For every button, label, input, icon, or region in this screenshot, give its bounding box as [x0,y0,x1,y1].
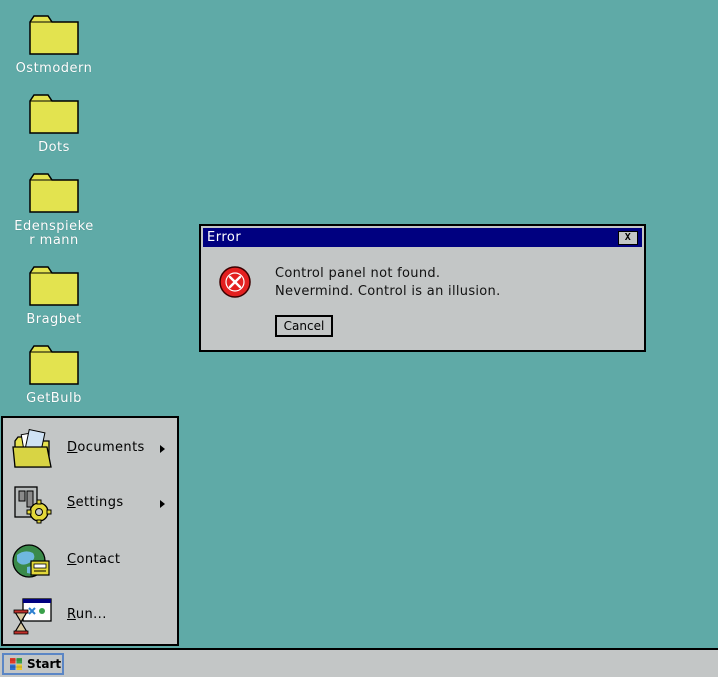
documents-icon [12,429,52,468]
dialog-message-line: Control panel not found. [275,266,441,281]
desktop-icon-label: Edenspieker mann [14,219,94,248]
submenu-arrow-icon [160,445,165,453]
menu-label-text: ontact [76,552,121,567]
folder-icon [29,94,79,134]
desktop-icon-label: Dots [38,140,70,155]
start-label: Start [27,657,62,671]
folder-icon [29,173,79,213]
start-menu-item-run[interactable]: Run... [3,590,177,642]
error-dialog: Error X Control panel not found. Nevermi… [199,224,646,352]
windows-logo-icon [10,658,22,670]
folder-icon [29,345,79,385]
menu-label: Run... [67,607,107,622]
submenu-arrow-icon [160,500,165,508]
menu-label-accel: S [67,495,76,510]
dialog-title: Error [207,230,242,245]
desktop-icon-label: Ostmodern [15,61,93,76]
menu-label-accel: R [67,607,76,622]
folder-icon [29,266,79,306]
run-icon [13,598,52,635]
menu-label-text: ettings [75,495,124,510]
menu-label-text: un... [75,607,107,622]
desktop-icon-edenspieker[interactable]: Edenspieker mann [4,172,104,248]
start-menu-item-settings[interactable]: Settings [3,478,177,530]
menu-label-text: ocuments [77,440,145,455]
settings-icon [14,486,52,524]
dialog-message-line: Nevermind. Control is an illusion. [275,284,501,299]
desktop-icon-ostmodern[interactable]: Ostmodern [4,14,104,76]
menu-label-accel: D [67,440,78,455]
menu-label: Contact [67,552,120,567]
start-menu-item-contact[interactable]: Contact [3,535,177,587]
close-button[interactable]: X [618,231,638,245]
menu-label: Documents [67,440,145,455]
contact-icon [12,544,50,578]
start-menu: Documents Settings Contact Run... [1,416,179,646]
menu-label: Settings [67,495,124,510]
taskbar: Start [0,648,718,677]
error-icon [219,266,251,298]
desktop-icon-label: GetBulb [26,391,82,406]
dialog-message: Control panel not found. Nevermind. Cont… [275,265,501,301]
desktop-icon-dots[interactable]: Dots [4,93,104,155]
start-button[interactable]: Start [2,653,64,675]
cancel-button[interactable]: Cancel [275,315,333,337]
desktop-icon-getbulb[interactable]: GetBulb [4,344,104,406]
start-menu-item-documents[interactable]: Documents [3,423,177,475]
dialog-titlebar[interactable]: Error X [203,228,642,247]
desktop-icon-bragbet[interactable]: Bragbet [4,265,104,327]
desktop-icon-label: Bragbet [26,312,82,327]
folder-icon [29,15,79,55]
desktop: Ostmodern Dots Edenspieker mann Bragbet … [0,0,718,648]
